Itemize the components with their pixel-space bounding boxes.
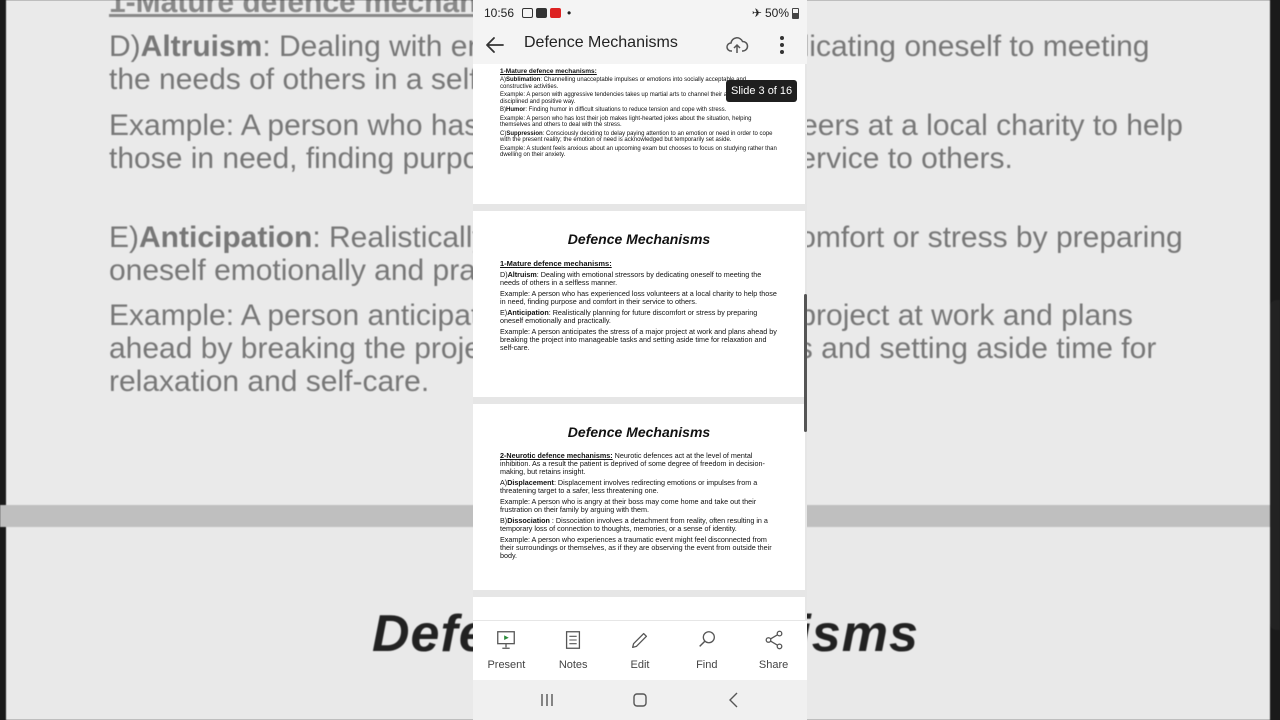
document-title: Defence Mechanisms (524, 34, 678, 51)
slide-thumbnail-4[interactable]: Defence Mechanisms 2-Neurotic defence me… (473, 404, 805, 590)
find-button[interactable]: Find (673, 621, 740, 680)
slide-paragraph: Example: A person who has experienced lo… (500, 289, 777, 306)
status-bar: 10:56 • ✈ 50% (473, 0, 807, 26)
notes-label: Notes (558, 659, 588, 671)
app-bar: Defence Mechanisms (473, 26, 807, 64)
slide-heading-paragraph: 2-Neurotic defence mechanisms: Neurotic … (500, 451, 765, 476)
app-notification-icon (550, 8, 561, 18)
youtube-icon (536, 8, 547, 18)
present-label: Present (487, 659, 526, 671)
cloud-upload-icon[interactable] (725, 33, 749, 57)
slide-paragraph: Example: A student feels anxious about a… (500, 145, 777, 159)
slide-paragraph: B)Humor: Finding humor in difficult situ… (500, 107, 727, 113)
slide-title: Defence Mechanisms (567, 424, 711, 440)
slide-title: Defence Mechanisms (567, 231, 711, 247)
home-icon[interactable] (628, 690, 652, 710)
back-nav-icon[interactable] (722, 690, 746, 710)
back-arrow-icon[interactable] (483, 33, 507, 57)
bottom-toolbar: Present Notes Edit Find Share (473, 620, 807, 680)
slide-paragraph: A)Displacement: Displacement involves re… (500, 478, 758, 495)
status-right: ✈ 50% (752, 6, 799, 20)
screenshot-icon (522, 8, 533, 18)
notes-icon (566, 631, 581, 649)
slide-viewer[interactable]: 1-Mature defence mechanisms: A)Sublimati… (473, 64, 807, 620)
slide-indicator-badge: Slide 3 of 16 (726, 80, 798, 102)
slide-paragraph: C)Suppression: Consciously deciding to d… (500, 130, 773, 144)
slide-paragraph: Example: A person who experiences a trau… (500, 535, 772, 560)
background-scrollbar (1270, 300, 1280, 630)
slide-thumbnail-5[interactable] (473, 597, 805, 620)
edit-button[interactable]: Edit (607, 621, 674, 680)
slide-heading: 1-Mature defence mechanisms: (500, 68, 597, 75)
system-navigation-bar (473, 680, 807, 720)
slide-paragraph: D)Altruism: Dealing with emotional stres… (500, 270, 762, 287)
battery-percentage: 50% (764, 6, 789, 20)
present-button[interactable]: Present (473, 621, 540, 680)
slide-paragraph: B)Dissociation : Dissociation involves a… (500, 516, 768, 533)
notification-icons: • (522, 6, 571, 20)
slide-heading: 1-Mature defence mechanisms: (500, 259, 612, 268)
battery-icon (792, 7, 799, 19)
notes-button[interactable]: Notes (540, 621, 607, 680)
share-button[interactable]: Share (740, 621, 807, 680)
share-icon (765, 630, 783, 650)
edit-label: Edit (630, 659, 650, 671)
more-notifications-dot-icon: • (567, 6, 572, 20)
search-icon (698, 631, 715, 647)
present-icon (497, 631, 516, 649)
recent-apps-icon[interactable] (535, 690, 559, 710)
slide-paragraph: Example: A person anticipates the stress… (500, 327, 777, 352)
scrollbar-thumb[interactable] (804, 294, 807, 432)
phone-screen: 10:56 • ✈ 50% Defence Mechanisms 1-Matur… (473, 0, 807, 720)
slide-paragraph: Example: A person who has lost their job… (500, 115, 752, 129)
slide-paragraph: Example: A person who is angry at their … (500, 497, 757, 514)
airplane-mode-icon: ✈ (751, 6, 762, 20)
more-options-icon[interactable] (772, 33, 792, 57)
pencil-icon (632, 632, 648, 648)
status-time: 10:56 (484, 6, 515, 20)
slide-paragraph: E)Anticipation: Realistically planning f… (500, 308, 758, 325)
find-label: Find (696, 659, 718, 671)
share-label: Share (758, 659, 789, 671)
slide-thumbnail-3[interactable]: Defence Mechanisms 1-Mature defence mech… (473, 211, 805, 397)
